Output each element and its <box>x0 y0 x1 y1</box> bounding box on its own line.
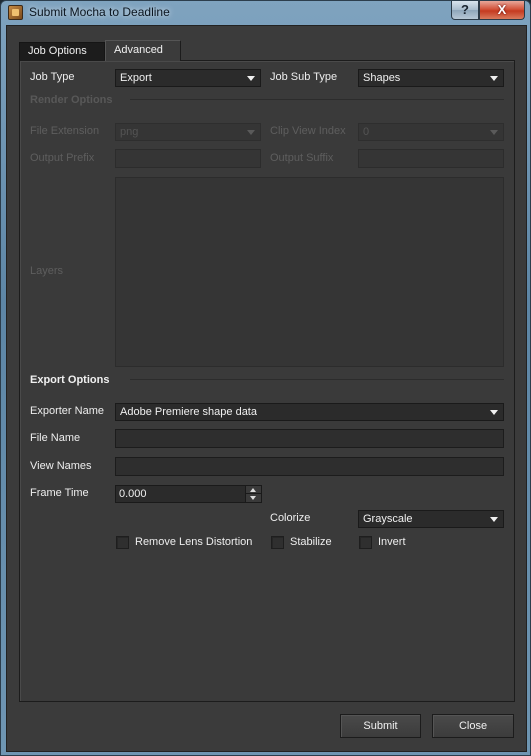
dialog-window: Submit Mocha to Deadline ? X Job Options… <box>0 0 531 756</box>
title-bar[interactable]: Submit Mocha to Deadline ? X <box>1 1 530 25</box>
colorize-label: Colorize <box>270 512 311 524</box>
tab-job-options[interactable]: Job Options <box>19 42 105 60</box>
job-type-select[interactable]: Export <box>115 69 261 87</box>
stabilize-label[interactable]: Stabilize <box>290 536 332 548</box>
job-sub-type-value: Shapes <box>363 72 401 84</box>
window-close-button[interactable]: X <box>479 1 525 20</box>
stabilize-checkbox[interactable] <box>271 536 284 549</box>
frame-time-label: Frame Time <box>30 487 89 499</box>
frame-time-spinbox[interactable]: 0.000 <box>115 485 262 503</box>
help-button[interactable]: ? <box>451 1 479 20</box>
view-names-input[interactable] <box>115 457 504 476</box>
clip-view-index-label: Clip View Index <box>270 125 346 137</box>
file-extension-label: File Extension <box>30 125 100 137</box>
clip-view-index-select[interactable]: 0 <box>358 123 504 141</box>
file-extension-select[interactable]: png <box>115 123 261 141</box>
frame-time-value: 0.000 <box>119 488 147 500</box>
render-options-heading: Render Options <box>30 94 113 106</box>
chevron-down-icon <box>490 76 498 81</box>
colorize-value: Grayscale <box>363 513 413 525</box>
exporter-name-select[interactable]: Adobe Premiere shape data <box>115 403 504 421</box>
help-icon: ? <box>461 2 469 17</box>
file-name-label: File Name <box>30 432 81 444</box>
dialog-client-area: Job Options Advanced Job Type Export Job… <box>6 25 527 752</box>
job-options-panel: Job Type Export Job Sub Type Shapes Rend… <box>19 60 515 702</box>
tab-advanced[interactable]: Advanced <box>105 40 181 61</box>
output-prefix-input[interactable] <box>115 149 261 168</box>
close-icon: X <box>497 2 507 17</box>
job-sub-type-label: Job Sub Type <box>270 71 338 83</box>
invert-label[interactable]: Invert <box>378 536 406 548</box>
window-title: Submit Mocha to Deadline <box>29 5 170 19</box>
chevron-down-icon <box>247 76 255 81</box>
exporter-name-value: Adobe Premiere shape data <box>120 406 257 418</box>
view-names-label: View Names <box>30 460 92 472</box>
chevron-down-icon <box>490 410 498 415</box>
file-extension-value: png <box>120 126 139 138</box>
app-icon <box>8 5 23 20</box>
output-suffix-label: Output Suffix <box>270 152 334 164</box>
chevron-down-icon <box>247 130 255 135</box>
chevron-down-icon <box>490 130 498 135</box>
render-options-divider <box>130 99 504 100</box>
increment-arrow-icon[interactable] <box>246 486 261 494</box>
chevron-down-icon <box>490 517 498 522</box>
job-type-value: Export <box>120 72 152 84</box>
remove-lens-distortion-checkbox[interactable] <box>116 536 129 549</box>
submit-button[interactable]: Submit <box>340 714 421 738</box>
job-type-label: Job Type <box>30 71 75 83</box>
output-suffix-input[interactable] <box>358 149 504 168</box>
remove-lens-distortion-label[interactable]: Remove Lens Distortion <box>135 536 252 548</box>
export-options-divider <box>130 379 504 380</box>
layers-label: Layers <box>30 265 64 277</box>
exporter-name-label: Exporter Name <box>30 405 104 417</box>
layers-list[interactable] <box>115 177 504 367</box>
decrement-arrow-icon[interactable] <box>246 494 261 502</box>
close-button[interactable]: Close <box>432 714 514 738</box>
export-options-heading: Export Options <box>30 374 110 386</box>
colorize-select[interactable]: Grayscale <box>358 510 504 528</box>
job-sub-type-select[interactable]: Shapes <box>358 69 504 87</box>
frame-time-spin-buttons <box>245 486 261 502</box>
clip-view-index-value: 0 <box>363 126 370 138</box>
invert-checkbox[interactable] <box>359 536 372 549</box>
file-name-input[interactable] <box>115 429 504 448</box>
output-prefix-label: Output Prefix <box>30 152 95 164</box>
